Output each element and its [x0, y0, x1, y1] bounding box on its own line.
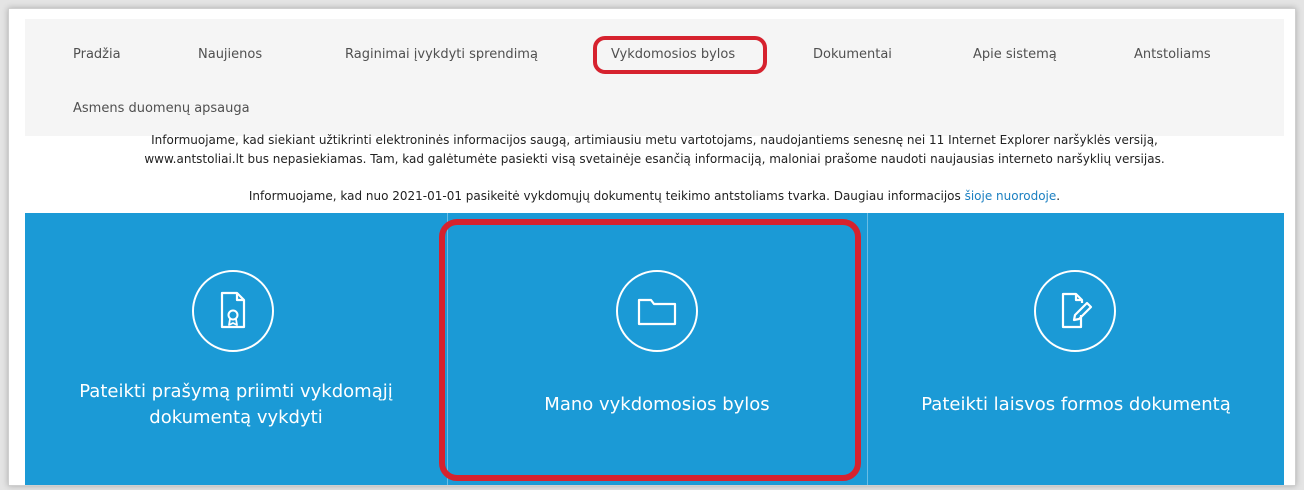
- browser-notice-line-1: Informuojame, kad siekiant užtikrinti el…: [151, 133, 1158, 147]
- document-certificate-icon: [192, 270, 274, 352]
- nav-item-naujienos[interactable]: Naujienos: [198, 47, 262, 62]
- tile-label-line-1: Pateikti prašymą priimti vykdomąjį: [79, 381, 393, 402]
- tile-submit-request[interactable]: Pateikti prašymą priimti vykdomąjį dokum…: [25, 213, 447, 485]
- procedure-notice-text: Informuojame, kad nuo 2021-01-01 pasikei…: [248, 189, 965, 203]
- tile-label-line-2: dokumentą vykdyti: [149, 407, 323, 428]
- procedure-notice-link[interactable]: šioje nuorodoje: [965, 189, 1057, 203]
- procedure-notice: Informuojame, kad nuo 2021-01-01 pasikei…: [25, 187, 1284, 206]
- document-edit-icon: [1034, 270, 1116, 352]
- tile-submit-request-label: Pateikti prašymą priimti vykdomąjį dokum…: [25, 379, 447, 431]
- tile-highlight-outline: [439, 219, 861, 481]
- tile-free-form-document[interactable]: Pateikti laisvos formos dokumentą: [868, 213, 1284, 485]
- main-navigation: Pradžia Naujienos Raginimai įvykdyti spr…: [25, 19, 1284, 136]
- browser-notice: Informuojame, kad siekiant užtikrinti el…: [25, 131, 1284, 169]
- nav-item-raginimai[interactable]: Raginimai įvykdyti sprendimą: [345, 47, 538, 62]
- tile-free-form-document-label: Pateikti laisvos formos dokumentą: [921, 394, 1231, 415]
- browser-notice-line-2: www.antstoliai.lt bus nepasiekiamas. Tam…: [144, 152, 1165, 166]
- browser-frame: Pradžia Naujienos Raginimai įvykdyti spr…: [8, 8, 1296, 486]
- nav-item-apie-sistema[interactable]: Apie sistemą: [973, 47, 1057, 62]
- nav-item-asmens-duomenu-apsauga[interactable]: Asmens duomenų apsauga: [73, 101, 250, 116]
- nav-item-antstoliams[interactable]: Antstoliams: [1134, 47, 1211, 62]
- nav-item-pradzia[interactable]: Pradžia: [73, 47, 121, 62]
- nav-highlight-outline: [593, 36, 767, 74]
- procedure-notice-end: .: [1056, 189, 1061, 203]
- nav-item-dokumentai[interactable]: Dokumentai: [813, 47, 892, 62]
